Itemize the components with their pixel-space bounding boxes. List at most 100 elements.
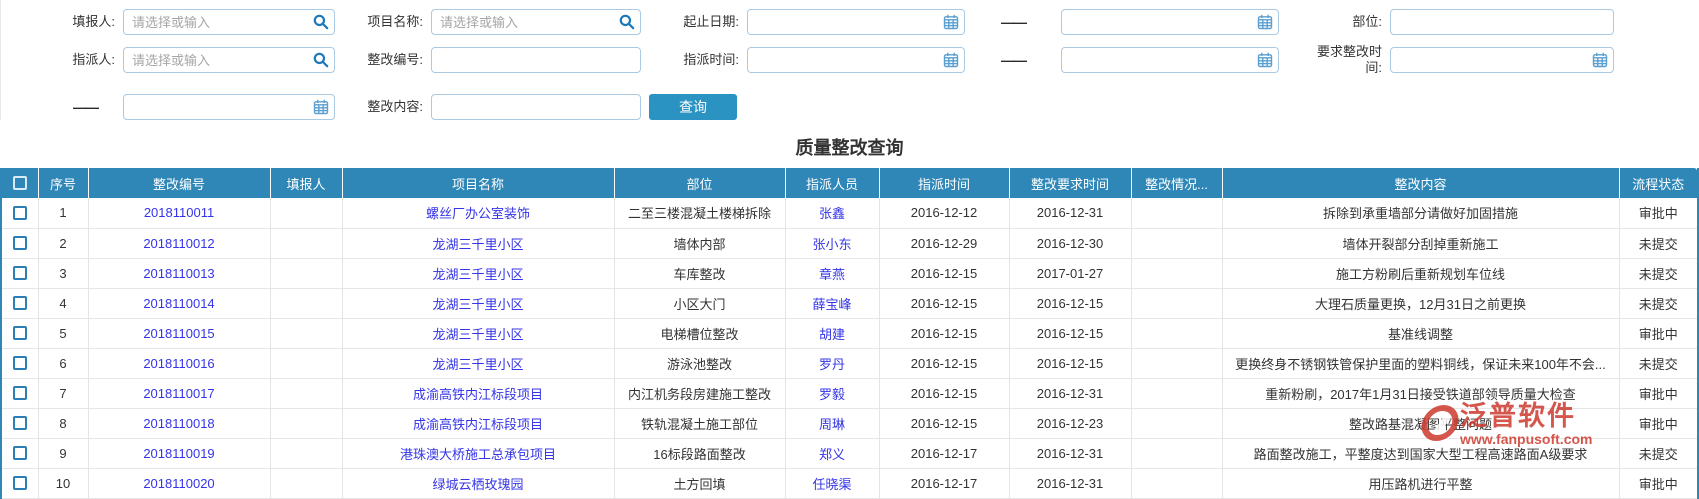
filler-name-cell: [270, 318, 342, 348]
assigner-input[interactable]: [123, 47, 335, 73]
project-name-label: 项目名称:: [343, 14, 423, 30]
project-link-cell: 龙湖三千里小区: [342, 288, 614, 318]
project-link[interactable]: 螺丝厂办公室装饰: [426, 206, 530, 221]
row-checkbox-cell: [2, 348, 38, 378]
assignee-link[interactable]: 罗毅: [819, 387, 845, 402]
rect-code-link[interactable]: 2018110014: [143, 296, 214, 311]
row-checkbox[interactable]: [13, 236, 27, 250]
location-cell: 游泳池整改: [614, 348, 785, 378]
row-checkbox[interactable]: [13, 386, 27, 400]
assignee-link-cell: 罗丹: [785, 348, 879, 378]
rect-content-input[interactable]: [431, 94, 641, 120]
row-checkbox-cell: [2, 378, 38, 408]
required-time-input[interactable]: [1390, 47, 1614, 73]
assign-date-cell: 2016-12-15: [879, 408, 1009, 438]
row-checkbox-cell: [2, 258, 38, 288]
filler-name-cell: [270, 468, 342, 498]
search-icon[interactable]: [313, 14, 329, 30]
table-header: 序号整改编号填报人项目名称部位指派人员指派时间整改要求时间整改情况...整改内容…: [2, 168, 1697, 198]
assign-date-cell: 2016-12-17: [879, 468, 1009, 498]
calendar-icon[interactable]: [943, 52, 959, 68]
assign-time-start-input[interactable]: [747, 47, 965, 73]
assignee-link[interactable]: 张鑫: [819, 206, 845, 221]
project-link[interactable]: 龙湖三千里小区: [432, 357, 523, 372]
rect-content-cell: 拆除到承重墙部分请做好加固措施: [1222, 198, 1619, 228]
project-link-cell: 龙湖三千里小区: [342, 228, 614, 258]
rect-code-link[interactable]: 2018110017: [143, 386, 214, 401]
assignee-link[interactable]: 胡建: [819, 327, 845, 342]
filler-name-cell: [270, 408, 342, 438]
rect-status-info-cell: [1131, 348, 1222, 378]
project-link[interactable]: 港珠澳大桥施工总承包项目: [400, 447, 556, 462]
calendar-icon[interactable]: [1257, 14, 1273, 30]
assigner-label: 指派人:: [27, 52, 115, 68]
calendar-icon[interactable]: [313, 99, 329, 115]
rect-status-info-cell: [1131, 198, 1222, 228]
assignee-link[interactable]: 章燕: [819, 267, 845, 282]
project-link[interactable]: 龙湖三千里小区: [432, 327, 523, 342]
filler-name-cell: [270, 258, 342, 288]
project-link[interactable]: 龙湖三千里小区: [432, 297, 523, 312]
reporter-input[interactable]: [123, 9, 335, 35]
search-icon[interactable]: [313, 52, 329, 68]
assignee-link[interactable]: 任晓渠: [812, 477, 851, 492]
location-label: 部位:: [1287, 14, 1382, 30]
rect-code-link[interactable]: 2018110013: [143, 266, 214, 281]
calendar-icon[interactable]: [943, 14, 959, 30]
row-checkbox[interactable]: [13, 446, 27, 460]
project-link[interactable]: 龙湖三千里小区: [432, 267, 523, 282]
location-cell: 内江机务段房建施工整改: [614, 378, 785, 408]
query-button[interactable]: 查询: [649, 94, 737, 120]
assignee-link[interactable]: 罗丹: [819, 357, 845, 372]
row-checkbox[interactable]: [13, 326, 27, 340]
date-range-start-input[interactable]: [747, 9, 965, 35]
row-index-cell: 8: [38, 408, 88, 438]
row-checkbox[interactable]: [13, 206, 27, 220]
rect-code-link[interactable]: 2018110019: [143, 446, 214, 461]
assignee-link[interactable]: 郑义: [819, 447, 845, 462]
rect-status-info-cell: [1131, 378, 1222, 408]
assignee-link[interactable]: 薛宝峰: [812, 297, 851, 312]
project-link-cell: 绿城云栖玫瑰园: [342, 468, 614, 498]
date-range-end-input[interactable]: [1061, 9, 1279, 35]
rect-code-link[interactable]: 2018110020: [143, 476, 214, 491]
assign-time-label: 指派时间:: [649, 52, 739, 68]
row-checkbox[interactable]: [13, 476, 27, 490]
rect-code-link[interactable]: 2018110018: [143, 416, 214, 431]
location-input-wrap: [1390, 9, 1614, 35]
calendar-icon[interactable]: [1592, 52, 1608, 68]
location-cell: 二至三楼混凝土楼梯拆除: [614, 198, 785, 228]
filler-name-cell: [270, 228, 342, 258]
project-link[interactable]: 成渝高铁内江标段项目: [413, 417, 543, 432]
row-checkbox[interactable]: [13, 356, 27, 370]
select-all-checkbox[interactable]: [13, 176, 27, 190]
rect-code-link[interactable]: 2018110016: [143, 356, 214, 371]
assignee-link[interactable]: 周琳: [819, 417, 845, 432]
location-cell: 墙体内部: [614, 228, 785, 258]
filler-name-cell: [270, 378, 342, 408]
project-link[interactable]: 成渝高铁内江标段项目: [413, 387, 543, 402]
assign-time-end-input[interactable]: [1061, 47, 1279, 73]
rect-code-link[interactable]: 2018110011: [144, 205, 214, 220]
location-input[interactable]: [1390, 9, 1614, 35]
column-header-1: 整改编号: [88, 168, 270, 198]
rect-code-link[interactable]: 2018110012: [143, 236, 214, 251]
row-checkbox[interactable]: [13, 416, 27, 430]
rect-status-info-cell: [1131, 288, 1222, 318]
rect-code-link[interactable]: 2018110015: [143, 326, 214, 341]
rect-code-input[interactable]: [431, 47, 641, 73]
project-link[interactable]: 龙湖三千里小区: [432, 237, 523, 252]
flow-status-cell: 审批中: [1619, 318, 1697, 348]
row-checkbox[interactable]: [13, 296, 27, 310]
rect-status-info-cell: [1131, 468, 1222, 498]
assign-date-cell: 2016-12-29: [879, 228, 1009, 258]
calendar-icon[interactable]: [1257, 52, 1273, 68]
assignee-link[interactable]: 张小东: [812, 237, 851, 252]
search-icon[interactable]: [619, 14, 635, 30]
project-name-input[interactable]: [431, 9, 641, 35]
required-time-end-input[interactable]: [123, 94, 335, 120]
row-checkbox[interactable]: [13, 266, 27, 280]
project-link[interactable]: 绿城云栖玫瑰园: [432, 477, 523, 492]
rect-code-link-cell: 2018110016: [88, 348, 270, 378]
date-range-separator: ——: [27, 94, 115, 120]
